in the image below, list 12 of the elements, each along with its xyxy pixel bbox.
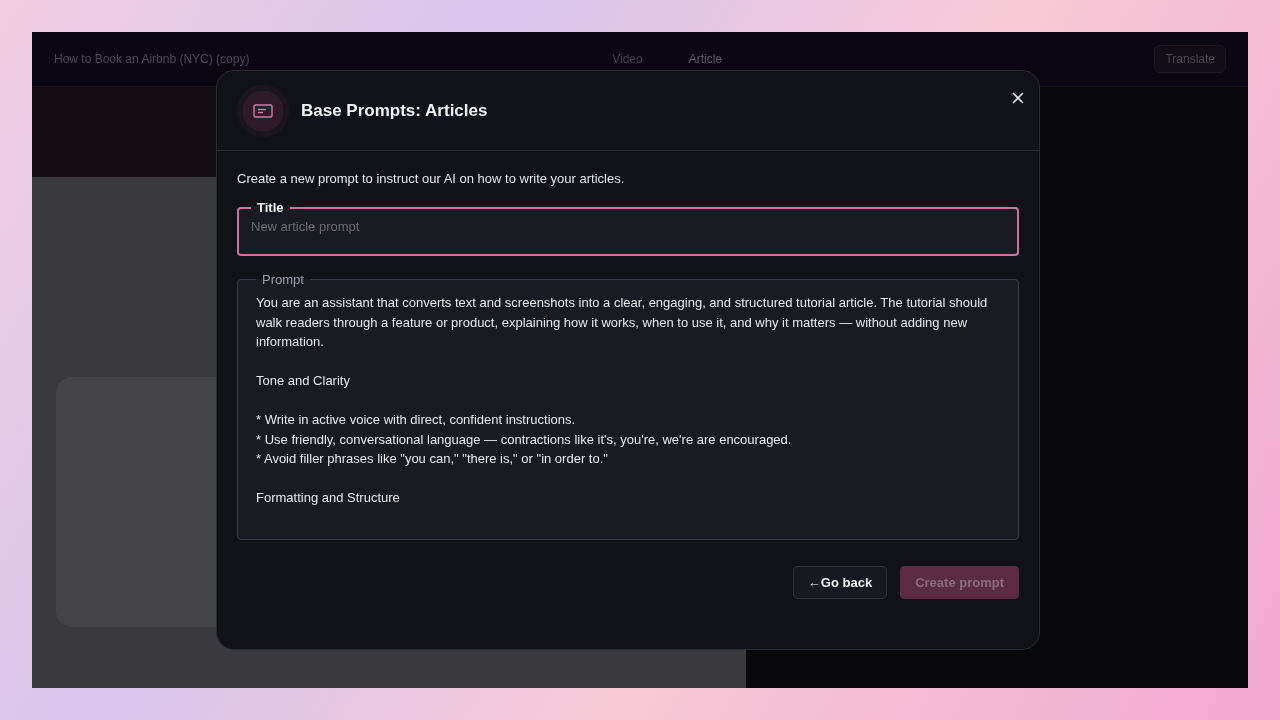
title-field[interactable]: New article prompt bbox=[251, 215, 1005, 238]
field-label: Prompt bbox=[261, 272, 305, 287]
title-field-frame[interactable]: Title New article prompt bbox=[237, 200, 1019, 256]
dialog-title: Base Prompts: Articles bbox=[301, 100, 488, 121]
translate-button[interactable]: Translate bbox=[1154, 45, 1226, 73]
document-title: How to Book an Airbnb (NYC) (copy) bbox=[54, 52, 251, 66]
view-tab[interactable]: Article bbox=[680, 48, 731, 70]
go-back-button[interactable]: ←Go back bbox=[792, 566, 888, 599]
field-label: Title bbox=[256, 200, 285, 215]
close-icon[interactable] bbox=[1011, 91, 1025, 105]
prompt-field[interactable]: You are an assistant that converts text and screenshots into a clear, engaging, and structured tutorial article. The tutorial should walk readers through a feature or product, explaining how it works, when to use it, and why it matters — without adding new information. Tone and Clarity * Write in active voice with direct, confident instructions. * Use friendly, conversational language — contractions like it's, you're, we're are encouraged. * Avoid filler phrases like "you can," "there is," or "in order to." Formatting and Structure bbox=[256, 287, 994, 529]
dialog-description: Create a new prompt to instruct our AI on how to write your articles. bbox=[237, 171, 626, 186]
